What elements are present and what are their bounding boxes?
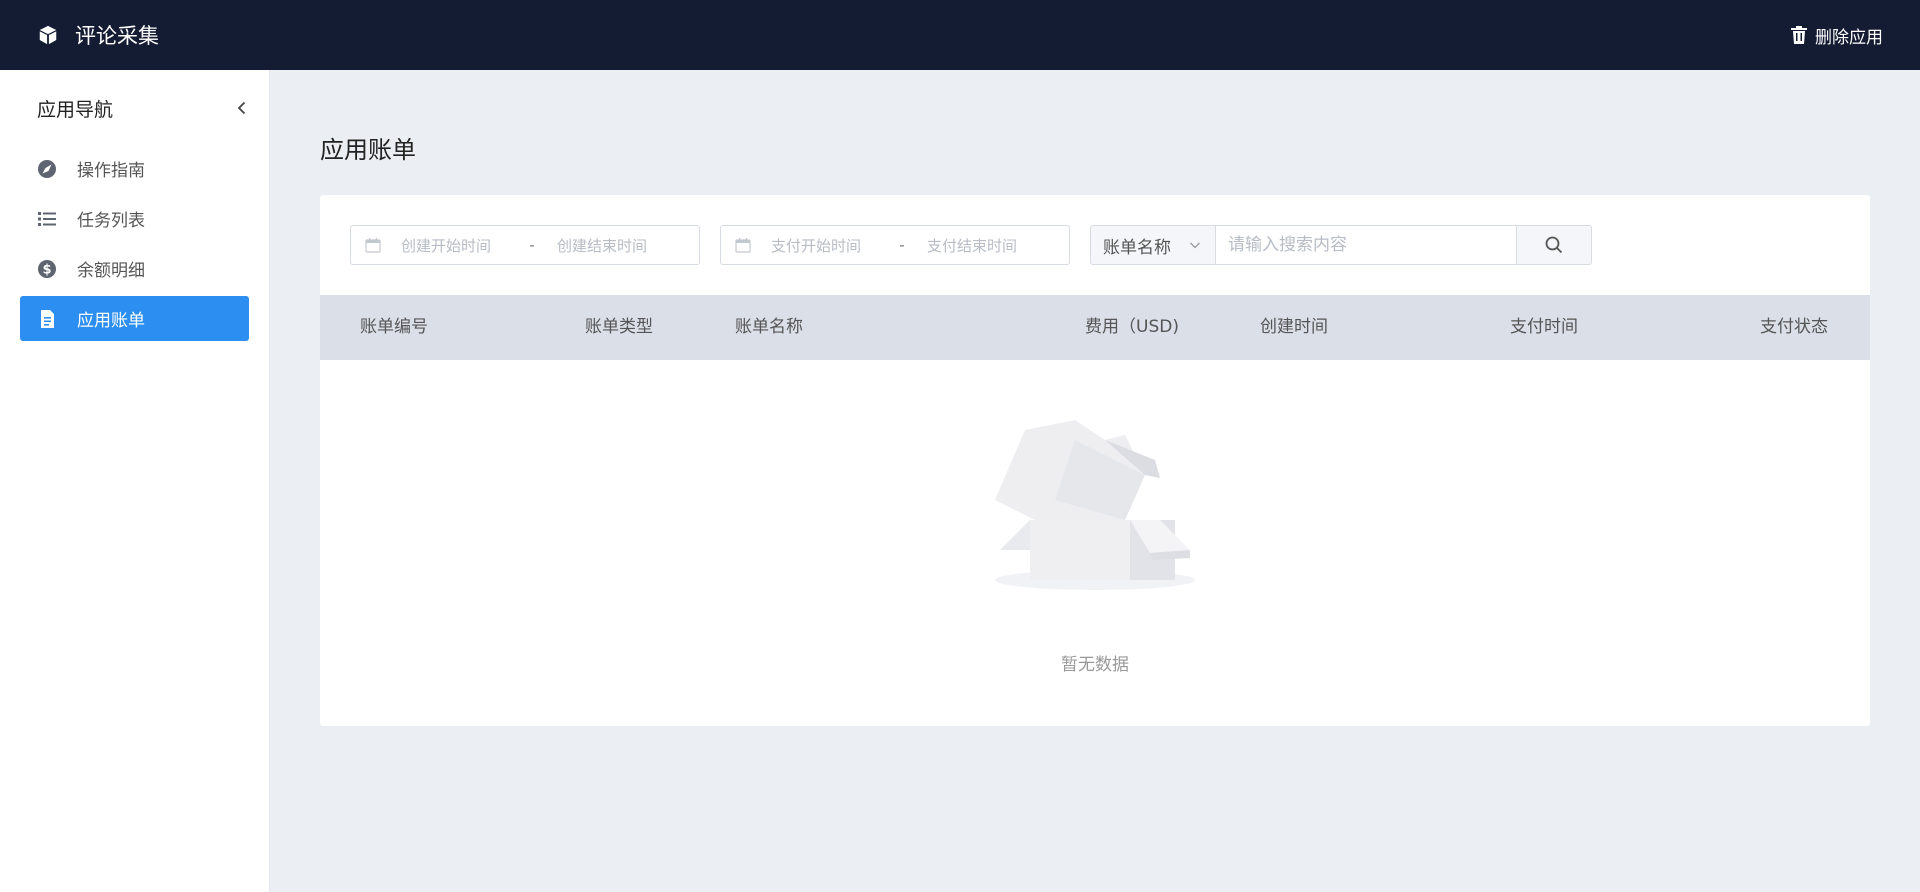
column-header[interactable]: 账单名称 (735, 295, 803, 360)
empty-text: 暂无数据 (1061, 655, 1129, 675)
pay-end-input[interactable]: 支付结束时间 (913, 235, 1017, 256)
column-header[interactable]: 账单类型 (585, 295, 653, 360)
pay-start-input[interactable]: 支付开始时间 (771, 235, 891, 256)
sidebar-item-label: 余额明细 (77, 261, 145, 281)
list-icon (37, 209, 57, 229)
table-header: 账单编号 账单类型 账单名称 费用（USD) 创建时间 支付时间 支付状态 (320, 295, 1870, 360)
app-title: 评论采集 (75, 24, 159, 48)
search-icon (1545, 236, 1563, 254)
range-separator: - (529, 236, 535, 254)
document-icon (37, 309, 57, 329)
calendar-icon (365, 238, 381, 253)
column-header[interactable]: 账单编号 (360, 295, 428, 360)
delete-app-button[interactable]: 删除应用 (1791, 23, 1883, 48)
search-field-select[interactable]: 账单名称 (1090, 225, 1216, 265)
sidebar-item-label: 应用账单 (77, 311, 145, 331)
sidebar-item-guide[interactable]: 操作指南 (20, 146, 249, 191)
column-header[interactable]: 创建时间 (1260, 295, 1328, 360)
bills-panel: 创建开始时间 - 创建结束时间 支付开始时间 - 支付结束时间 账单名称 请输入… (320, 195, 1870, 726)
create-time-range-picker[interactable]: 创建开始时间 - 创建结束时间 (350, 225, 700, 265)
search-group: 账单名称 (1090, 225, 1592, 265)
sidebar-header: 应用导航 (0, 70, 269, 146)
sidebar-item-balance[interactable]: $ 余额明细 (20, 246, 249, 291)
delete-app-label: 删除应用 (1815, 27, 1883, 48)
sidebar-item-label: 操作指南 (77, 161, 145, 181)
calendar-icon (735, 238, 751, 253)
cube-icon (39, 25, 57, 45)
column-header[interactable]: 支付时间 (1510, 295, 1578, 360)
main-content: 应用账单 创建开始时间 - 创建结束时间 支付开始时间 - 支付结束时间 账单名… (270, 70, 1920, 892)
brand: 评论采集 (37, 20, 159, 50)
empty-box-icon (995, 420, 1195, 590)
sidebar-menu: 操作指南 任务列表 $ 余额明细 应用账单 (0, 146, 269, 341)
create-start-input[interactable]: 创建开始时间 (401, 235, 521, 256)
chevron-left-icon[interactable] (235, 101, 249, 115)
search-button[interactable] (1516, 225, 1592, 265)
pay-time-range-picker[interactable]: 支付开始时间 - 支付结束时间 (720, 225, 1070, 265)
range-separator: - (899, 236, 905, 254)
trash-icon (1791, 26, 1807, 44)
filter-bar: 创建开始时间 - 创建结束时间 支付开始时间 - 支付结束时间 账单名称 (350, 225, 1592, 265)
table-empty-state: 暂无数据 (320, 360, 1870, 726)
svg-text:$: $ (42, 262, 51, 277)
top-header: 评论采集 删除应用 (0, 0, 1920, 70)
sidebar-title: 应用导航 (37, 98, 114, 121)
create-end-input[interactable]: 创建结束时间 (543, 235, 647, 256)
sidebar-item-label: 任务列表 (77, 211, 145, 231)
column-header[interactable]: 费用（USD) (1085, 295, 1179, 360)
sidebar-item-bills[interactable]: 应用账单 (20, 296, 249, 341)
sidebar: 应用导航 操作指南 任务列表 $ 余额明细 应用账单 (0, 70, 270, 892)
sidebar-item-tasks[interactable]: 任务列表 (20, 196, 249, 241)
search-input[interactable] (1216, 225, 1516, 265)
column-header[interactable]: 支付状态 (1760, 295, 1828, 360)
search-field-selected: 账单名称 (1103, 237, 1171, 258)
chevron-down-icon (1190, 242, 1200, 249)
compass-icon (37, 159, 57, 179)
dollar-icon: $ (37, 259, 57, 279)
page-title: 应用账单 (320, 136, 416, 164)
